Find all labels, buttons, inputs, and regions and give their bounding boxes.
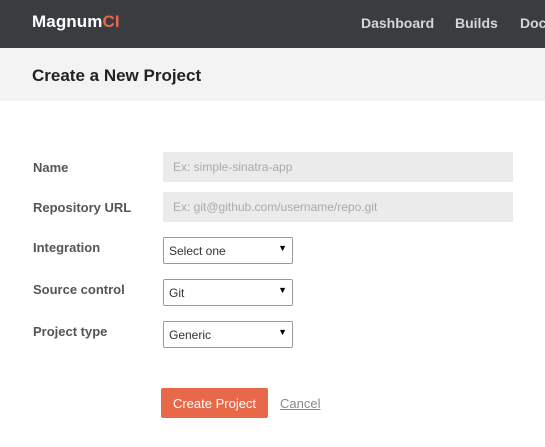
integration-select[interactable]: Select one ▼ (163, 237, 293, 264)
top-navbar: MagnumCI Dashboard Builds Docs (0, 0, 545, 48)
project-type-select[interactable]: Generic ▼ (163, 321, 293, 348)
nav-dashboard-link[interactable]: Dashboard (361, 15, 434, 31)
logo-text-accent: CI (102, 12, 120, 31)
repository-url-label: Repository URL (33, 200, 132, 215)
project-type-label: Project type (33, 324, 108, 339)
caret-down-icon: ▼ (278, 243, 287, 253)
create-project-button[interactable]: Create Project (161, 388, 268, 418)
logo-text-main: Magnum (32, 12, 103, 31)
name-label: Name (33, 160, 69, 175)
caret-down-icon: ▼ (278, 327, 287, 337)
source-control-selected-value: Git (169, 286, 185, 300)
repository-url-input[interactable] (163, 192, 513, 222)
nav-docs-link[interactable]: Docs (520, 15, 545, 31)
page-title: Create a New Project (32, 66, 202, 85)
integration-selected-value: Select one (169, 244, 226, 258)
source-control-label: Source control (33, 282, 125, 297)
page-header: Create a New Project (0, 48, 545, 101)
source-control-select[interactable]: Git ▼ (163, 279, 293, 306)
cancel-link[interactable]: Cancel (280, 396, 320, 411)
magnumci-logo[interactable]: MagnumCI (32, 12, 120, 32)
nav-builds-link[interactable]: Builds (455, 15, 498, 31)
name-input[interactable] (163, 152, 513, 182)
integration-label: Integration (33, 240, 101, 255)
project-type-selected-value: Generic (169, 328, 212, 342)
caret-down-icon: ▼ (278, 285, 287, 295)
